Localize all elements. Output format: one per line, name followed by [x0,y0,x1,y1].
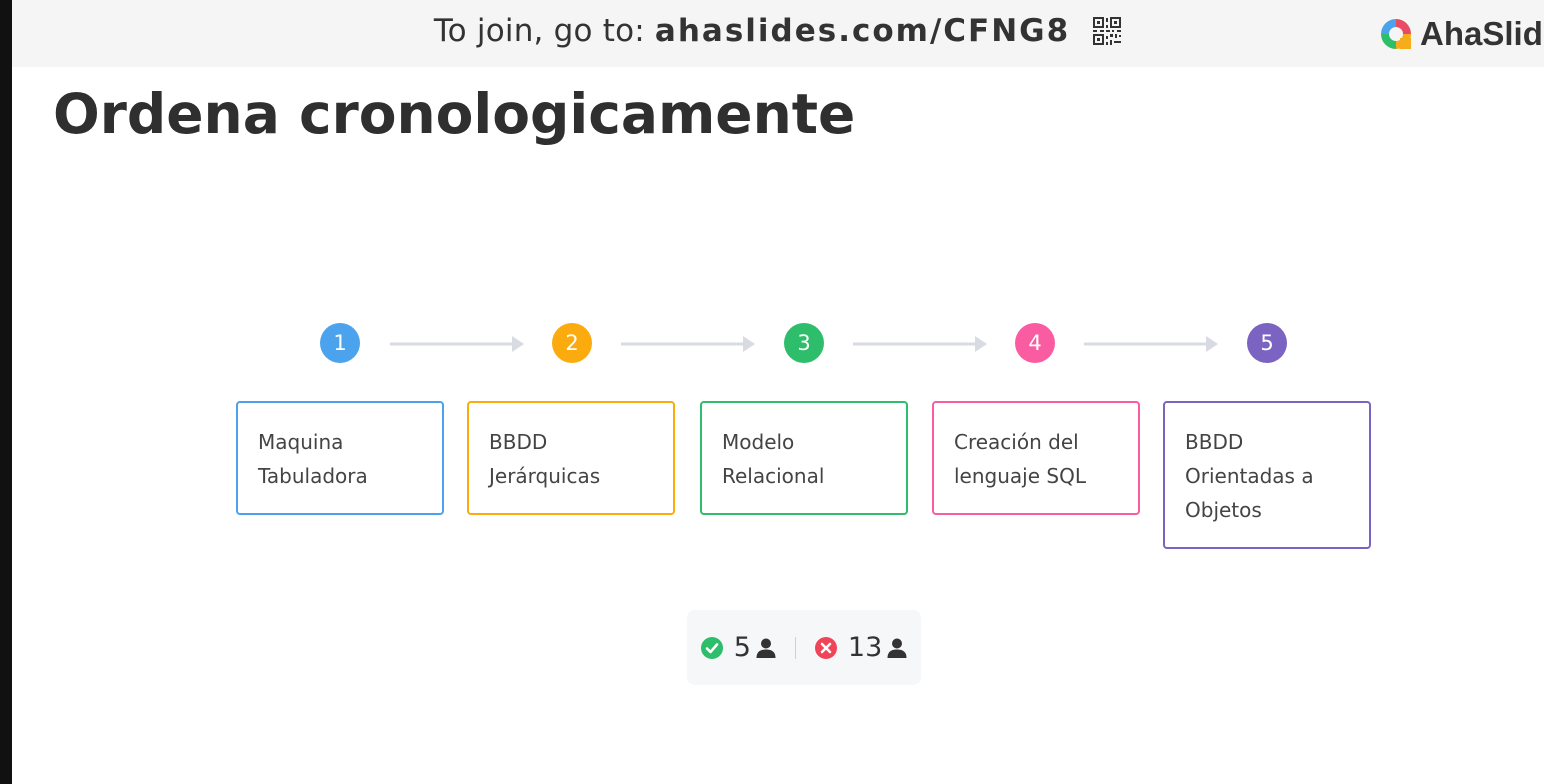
brand-name: AhaSlides [1420,15,1544,52]
stats-divider [794,636,796,659]
step-number-5: 5 [1247,323,1287,363]
brand: AhaSlides [1378,14,1544,54]
join-prefix: To join, go to: [433,13,645,49]
arrow-right-icon [621,336,755,352]
correct-count: 5 [733,632,751,663]
step-card-label: Modelo Relacional [722,430,825,488]
step-card-1[interactable]: Maquina Tabuladora [236,401,444,515]
incorrect-stat: 13 [814,632,908,663]
step-card-label: BBDD Jerárquicas [489,430,601,488]
join-banner: To join, go to: ahaslides.com/CFNG8 AhaS… [12,0,1544,67]
join-instructions: To join, go to: ahaslides.com/CFNG8 [12,0,1544,62]
arrow-right-icon [1084,336,1218,352]
arrow-right-icon [390,336,524,352]
x-circle-icon [814,636,837,659]
qr-code-icon[interactable] [1092,16,1122,46]
step-card-5[interactable]: BBDD Orientadas a Objetos [1163,401,1371,549]
join-code[interactable]: ahaslides.com/CFNG8 [655,13,1070,49]
correct-stat: 5 [700,632,777,663]
step-card-label: Creación del lenguaje SQL [954,430,1086,488]
check-circle-icon [700,636,723,659]
user-icon [887,638,907,658]
user-icon [756,638,776,658]
results-summary: 5 13 [687,610,921,685]
ahaslides-logo-icon [1381,19,1411,49]
left-window-edge [0,0,12,784]
step-card-4[interactable]: Creación del lenguaje SQL [932,401,1140,515]
step-card-label: BBDD Orientadas a Objetos [1185,430,1314,522]
step-number-2: 2 [552,323,592,363]
step-number-4: 4 [1015,323,1055,363]
step-card-label: Maquina Tabuladora [258,430,368,488]
incorrect-count: 13 [847,632,883,663]
step-card-2[interactable]: BBDD Jerárquicas [467,401,675,515]
arrow-right-icon [853,336,987,352]
step-number-3: 3 [784,323,824,363]
step-card-3[interactable]: Modelo Relacional [700,401,908,515]
step-number-1: 1 [320,323,360,363]
slide-title: Ordena cronologicamente [53,82,856,146]
